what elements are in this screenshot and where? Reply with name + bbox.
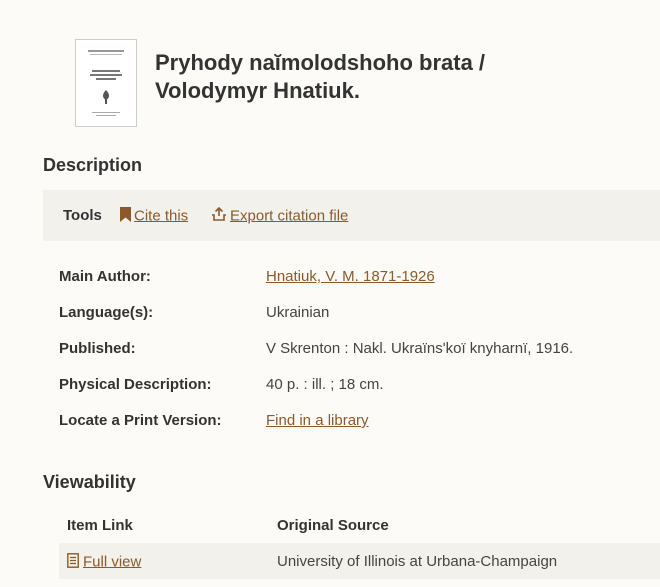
physical-description-label: Physical Description: <box>59 376 212 393</box>
column-header-original-source: Original Source <box>277 517 389 534</box>
language-value: Ukrainian <box>266 304 330 321</box>
viewability-heading: Viewability <box>43 472 136 492</box>
locate-print-label: Locate a Print Version: <box>59 412 222 429</box>
description-heading: Description <box>43 155 143 175</box>
published-value: V Skrenton : Nakl. Ukraïnsʹkoï knyharnï,… <box>266 340 574 357</box>
column-header-item-link: Item Link <box>67 517 133 534</box>
main-author-link[interactable]: Hnatiuk, V. M. 1871-1926 <box>266 268 435 285</box>
tools-label: Tools <box>63 207 102 224</box>
document-icon <box>67 553 79 572</box>
physical-description-value: 40 p. : ill. ; 18 cm. <box>266 376 384 393</box>
tools-bar: Tools Cite this Export citation file <box>43 190 660 241</box>
language-label: Language(s): <box>59 304 154 321</box>
export-citation-label: Export citation file <box>230 207 349 225</box>
cite-this-label: Cite this <box>134 207 189 225</box>
title-line-1: Pryhody naĭmolodshoho brata / <box>155 50 486 75</box>
title-line-2: Volodymyr Hnatiuk. <box>155 78 360 103</box>
bookmark-icon <box>120 207 131 226</box>
book-cover-thumbnail <box>75 39 137 127</box>
main-author-label: Main Author: <box>59 268 151 285</box>
export-citation-link[interactable]: Export citation file <box>211 206 349 226</box>
find-in-library-link[interactable]: Find in a library <box>266 412 369 429</box>
published-label: Published: <box>59 340 136 357</box>
record-title: Pryhody naĭmolodshoho brata / Volodymyr … <box>155 49 635 105</box>
original-source-value: University of Illinois at Urbana-Champai… <box>277 553 558 570</box>
book-cover-image <box>76 40 136 126</box>
cite-this-link[interactable]: Cite this <box>120 207 188 226</box>
full-view-link[interactable]: Full view <box>67 553 141 572</box>
export-icon <box>211 206 227 226</box>
full-view-label: Full view <box>83 553 142 571</box>
